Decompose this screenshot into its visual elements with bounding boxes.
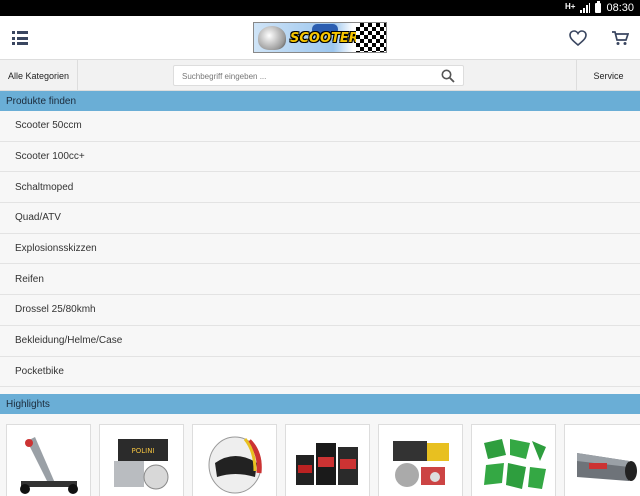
category-search-bar: Alle Kategorien Service bbox=[0, 60, 640, 91]
category-item[interactable]: Drossel 25/80kmh bbox=[0, 295, 640, 326]
category-item[interactable]: Schaltmoped bbox=[0, 172, 640, 204]
signal-icon bbox=[580, 3, 591, 13]
highlights-section-title: Highlights bbox=[0, 394, 640, 414]
logo-wordmark: SCOOTER bbox=[290, 31, 359, 46]
category-item[interactable]: Reifen bbox=[0, 264, 640, 296]
engine-parts-kit-image bbox=[393, 441, 449, 487]
menu-icon[interactable] bbox=[12, 31, 28, 45]
category-item[interactable]: Bekleidung/Helme/Case bbox=[0, 325, 640, 357]
battery-icon bbox=[595, 1, 602, 13]
highlight-product-oil-set[interactable] bbox=[285, 424, 370, 496]
highlight-product-helmet[interactable] bbox=[192, 424, 277, 496]
category-item[interactable]: Quad/ATV bbox=[0, 203, 640, 234]
category-item[interactable]: Scooter 50ccm bbox=[0, 111, 640, 142]
app-header: SCOOTER bbox=[0, 16, 640, 60]
highlight-product-scooter-stand[interactable] bbox=[6, 424, 91, 496]
highlights-carousel: POLINI bbox=[0, 414, 640, 496]
category-item[interactable]: Scooter 100cc+ bbox=[0, 141, 640, 173]
oil-set-image bbox=[296, 443, 358, 485]
exhaust-image bbox=[577, 453, 637, 481]
clock: 08:30 bbox=[606, 2, 634, 14]
all-categories-button[interactable]: Alle Kategorien bbox=[0, 60, 78, 91]
category-list: Scooter 50ccm Scooter 100cc+ Schaltmoped… bbox=[0, 111, 640, 388]
highlight-product-engine-parts-kit[interactable] bbox=[378, 424, 463, 496]
cart-icon[interactable] bbox=[611, 30, 629, 46]
scooter-stand-image bbox=[20, 437, 78, 494]
service-button[interactable]: Service bbox=[576, 60, 640, 91]
network-type: H+ bbox=[565, 1, 576, 11]
logo-helmet bbox=[258, 26, 286, 50]
highlight-product-green-fairing-kit[interactable] bbox=[471, 424, 556, 496]
logo-checkered-flag bbox=[356, 23, 386, 52]
green-fairing-kit-image bbox=[484, 439, 546, 489]
category-item[interactable]: Explosionsskizzen bbox=[0, 233, 640, 265]
status-bar: H+ 08:30 bbox=[0, 0, 640, 16]
search-box[interactable] bbox=[173, 65, 464, 86]
wishlist-heart-icon[interactable] bbox=[569, 30, 587, 46]
products-section-title: Produkte finden bbox=[0, 91, 640, 111]
shop-logo[interactable]: SCOOTER bbox=[253, 22, 387, 53]
svg-text:POLINI: POLINI bbox=[132, 447, 155, 455]
category-item[interactable]: Pocketbike bbox=[0, 356, 640, 388]
cylinder-kit-image: POLINI bbox=[114, 439, 169, 490]
helmet-image bbox=[208, 436, 262, 494]
highlight-product-exhaust[interactable] bbox=[564, 424, 640, 496]
search-input[interactable] bbox=[182, 69, 432, 83]
search-icon[interactable] bbox=[441, 69, 455, 83]
highlight-product-cylinder-kit[interactable]: POLINI bbox=[99, 424, 184, 496]
